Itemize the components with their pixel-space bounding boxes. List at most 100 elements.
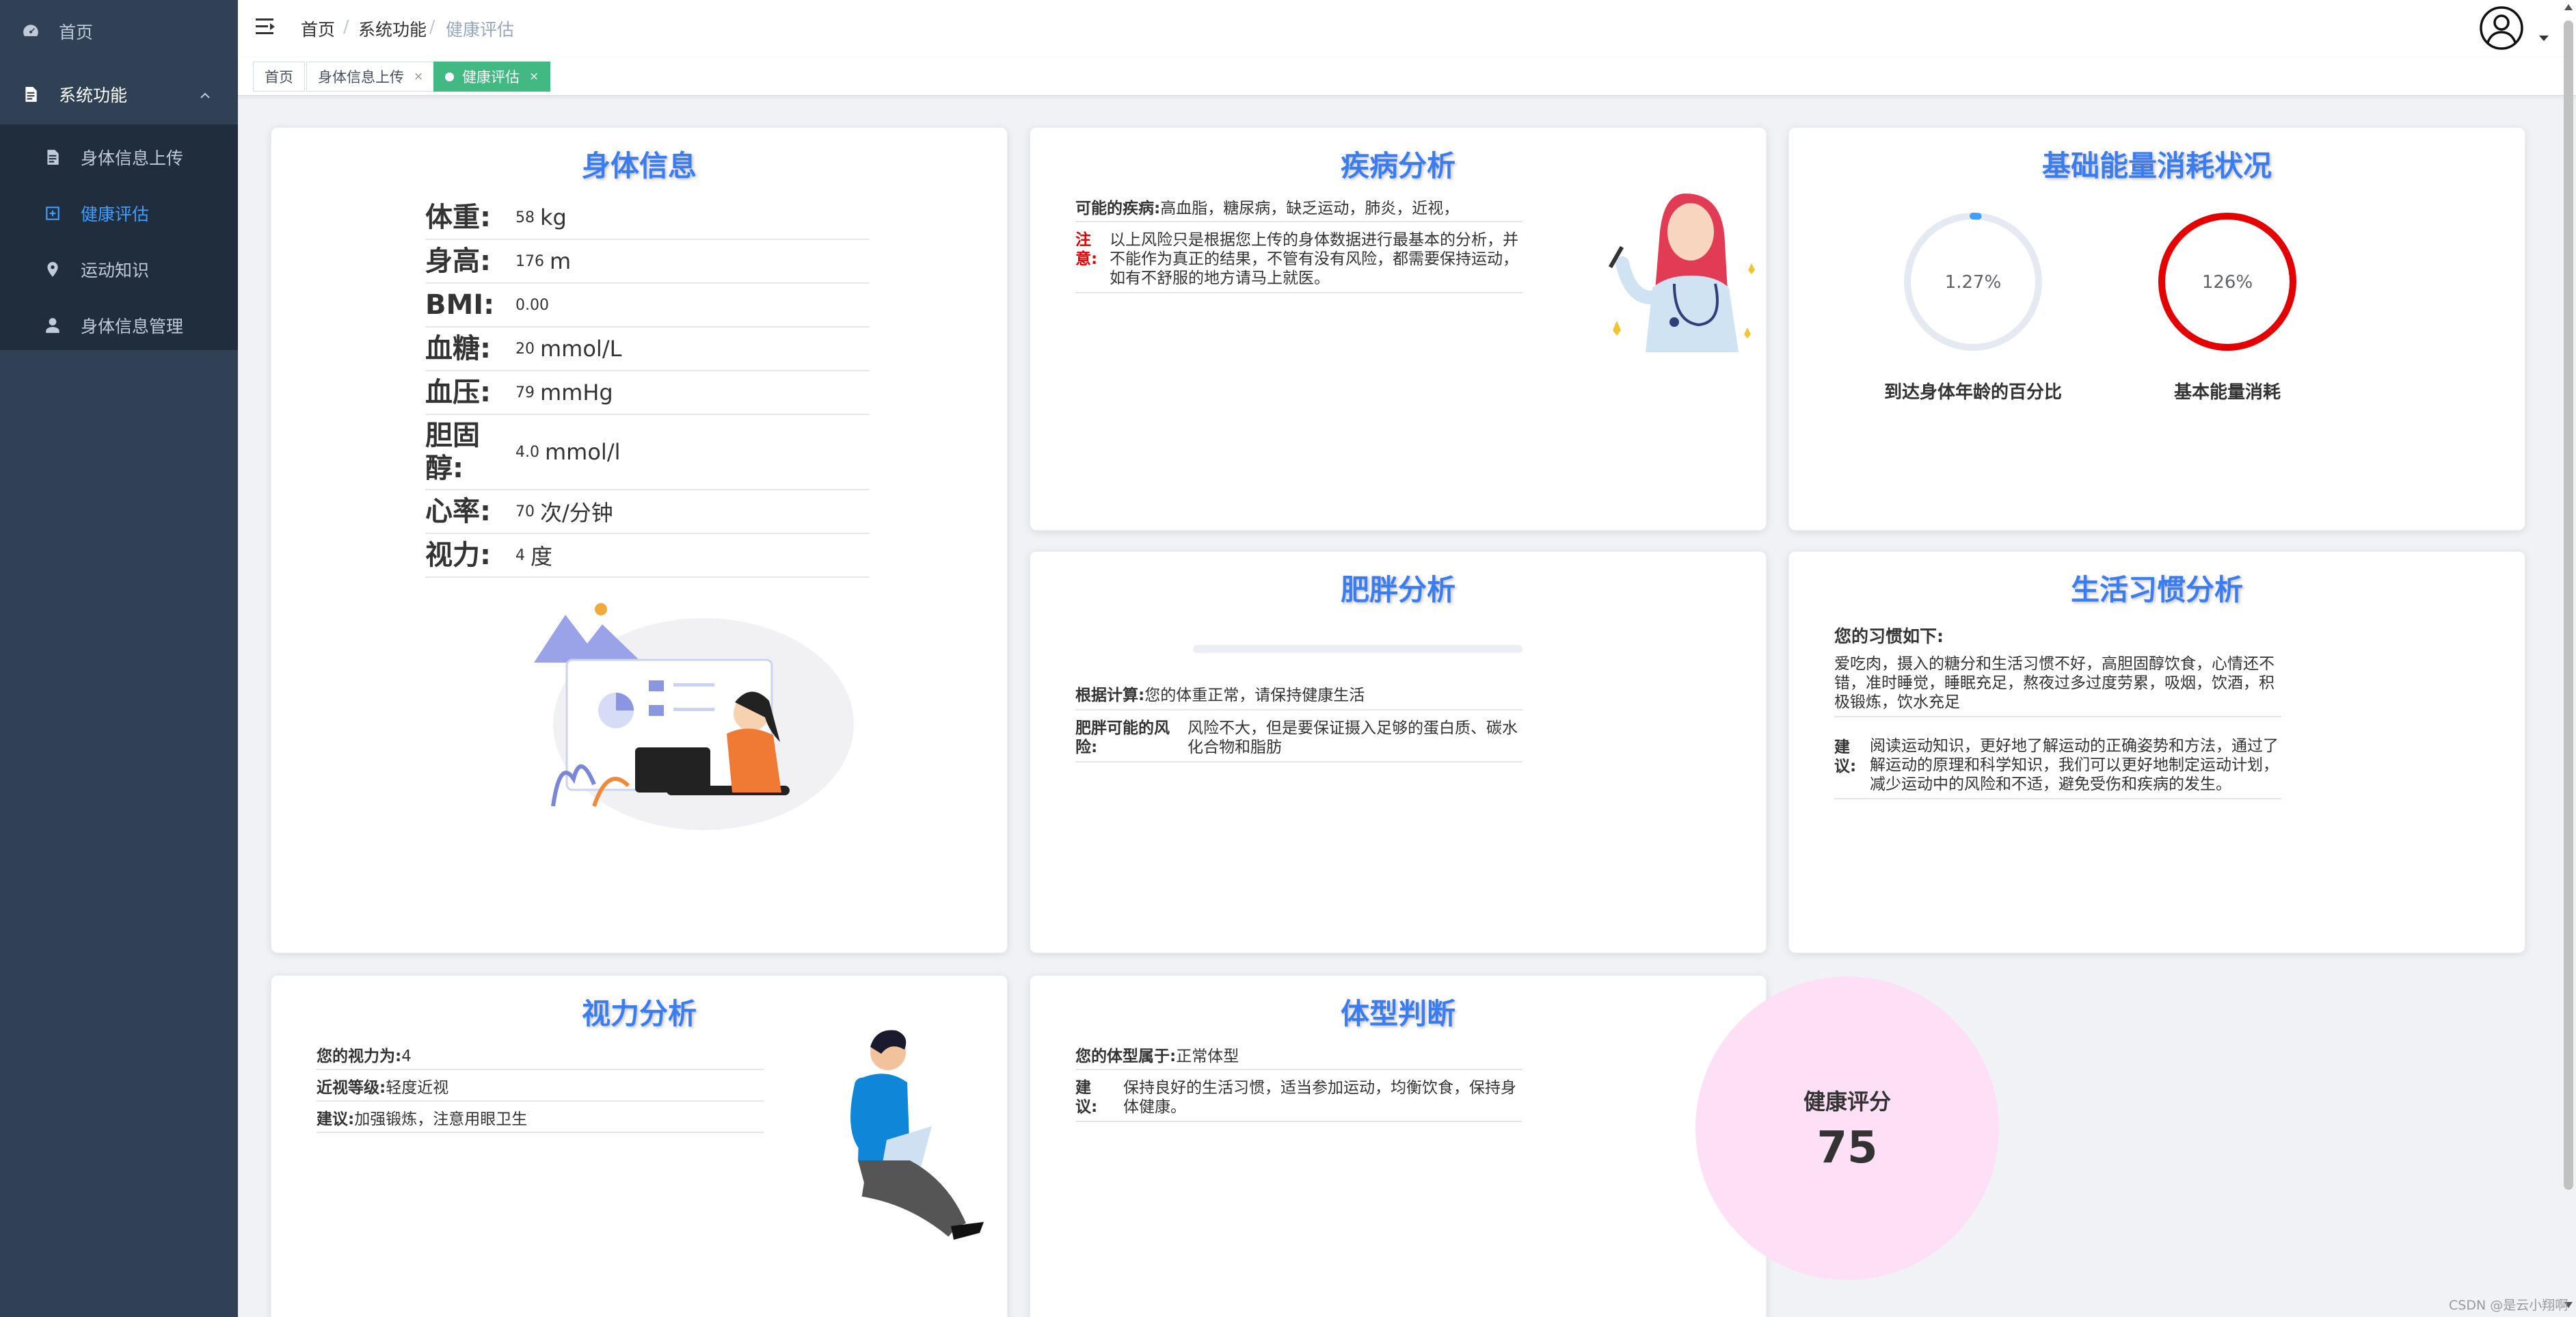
risk-label: 肥胖可能的风险:: [1075, 719, 1170, 756]
info-value: 4.0: [515, 443, 539, 461]
sidebar-item-health-assessment[interactable]: 健康评估: [44, 201, 149, 226]
card-title: 体型判断: [1340, 997, 1455, 1030]
info-value: 176: [515, 252, 544, 270]
breadcrumb-home[interactable]: 首页: [301, 16, 335, 41]
close-icon[interactable]: ×: [414, 70, 423, 83]
info-value: 0.00: [515, 296, 549, 314]
calc-value: 您的体重正常，请保持健康生活: [1144, 687, 1365, 704]
scroll-up-arrow-icon[interactable]: [2564, 4, 2573, 10]
card-title: 生活习惯分析: [2070, 573, 2243, 607]
info-label: 身高:: [425, 245, 491, 277]
info-unit: mmHg: [540, 380, 613, 405]
avatar-icon[interactable]: [2479, 5, 2524, 51]
breadcrumb-separator: /: [429, 16, 435, 36]
myopia-value: 轻度近视: [386, 1079, 449, 1097]
info-row-heart-rate: 心率: 70 次/分钟: [425, 490, 870, 534]
sidebar-item-body-manage[interactable]: 身体信息管理: [44, 313, 183, 338]
sidebar-item-home[interactable]: 首页: [22, 19, 93, 44]
vision-analysis-card: 视力分析 您的视力为:4 近视等级:轻度近视 建议:加强锻炼，注意用眼卫生: [271, 975, 1008, 1317]
active-dot-icon: [445, 72, 454, 81]
info-unit: 次/分钟: [540, 500, 613, 526]
hamburger-icon[interactable]: [256, 16, 278, 37]
body-type-value: 正常体型: [1176, 1048, 1239, 1065]
info-row-height: 身高: 176 m: [425, 240, 870, 284]
tag-body-upload[interactable]: 身体信息上传 ×: [306, 62, 435, 92]
risk-value: 风险不大，但是要保证摄入足够的蛋白质、碳水化合物和脂肪: [1188, 719, 1518, 756]
close-icon[interactable]: ×: [529, 70, 539, 83]
disease-analysis-card: 疾病分析 可能的疾病:高血脂，糖尿病，缺乏运动，肺炎，近视， 注意: 以上风险只…: [1030, 127, 1767, 531]
chevron-up-icon[interactable]: [198, 89, 212, 103]
vision-row: 您的视力为:4: [317, 1047, 764, 1070]
info-row-vision: 视力: 4 度: [425, 534, 870, 578]
health-score-label: 健康评分: [1803, 1089, 1891, 1115]
info-label: 血压:: [425, 377, 491, 408]
info-label: 血糖:: [425, 333, 491, 364]
risk-row: 肥胖可能的风险: 风险不大，但是要保证摄入足够的蛋白质、碳水化合物和脂肪: [1075, 719, 1522, 762]
ring-value: 126%: [2202, 272, 2253, 293]
watermark: CSDN @是云小翔啊: [2449, 1298, 2568, 1313]
possible-disease-value: 高血脂，糖尿病，缺乏运动，肺炎，近视，: [1160, 200, 1460, 217]
sidebar-item-exercise-knowledge[interactable]: 运动知识: [44, 257, 149, 282]
habits-analysis-card: 生活习惯分析 您的习惯如下: 爱吃肉，摄入的糖分和生活习惯不好，高胆固醇饮食，心…: [1788, 551, 2525, 953]
possible-disease-row: 可能的疾病:高血脂，糖尿病，缺乏运动，肺炎，近视，: [1075, 199, 1522, 222]
body-type-advice-label: 建议:: [1075, 1079, 1098, 1116]
info-unit: mmol/l: [545, 439, 621, 465]
info-unit: 度: [531, 544, 553, 570]
note-value: 以上风险只是根据您上传的身体数据进行最基本的分析，并不能作为真正的结果，不管有没…: [1110, 231, 1518, 287]
info-value: 70: [515, 503, 535, 520]
myopia-label: 近视等级:: [317, 1079, 386, 1097]
sidebar-item-body-upload[interactable]: 身体信息上传: [44, 145, 183, 170]
info-unit: kg: [540, 204, 567, 230]
info-unit: mmol/L: [540, 336, 622, 362]
info-value: 58: [515, 209, 535, 226]
body-type-row: 您的体型属于:正常体型: [1075, 1047, 1522, 1070]
advice-text: 阅读运动知识，更好地了解运动的正确姿势和方法，通过了解运动的原理和科学知识，我们…: [1870, 737, 2279, 793]
tag-home[interactable]: 首页: [253, 62, 305, 92]
document-icon: [47, 150, 59, 165]
body-type-advice-value: 保持良好的生活习惯，适当参加运动，均衡饮食，保持身体健康。: [1123, 1079, 1516, 1116]
sidebar-item-system[interactable]: 系统功能: [22, 82, 127, 107]
obesity-analysis-card: 肥胖分析 根据计算:您的体重正常，请保持健康生活 肥胖可能的风险: 风险不大，但…: [1030, 551, 1767, 953]
health-score-circle: 健康评分 75: [1695, 976, 1999, 1280]
info-label: 胆固醇:: [425, 420, 480, 484]
vision-advice-label: 建议:: [317, 1110, 355, 1128]
habits-text: 爱吃肉，摄入的糖分和生活习惯不好，高胆固醇饮食，心情还不错，准时睡觉，睡眠充足，…: [1834, 655, 2275, 711]
card-title: 基础能量消耗状况: [2041, 149, 2272, 183]
habits-intro: 您的习惯如下:: [1834, 626, 1944, 646]
info-unit: m: [550, 248, 572, 274]
breadcrumb-current: 健康评估: [446, 20, 515, 40]
tag-health-assessment[interactable]: 健康评估 ×: [433, 62, 551, 92]
sidebar-item-label: 身体信息管理: [81, 317, 184, 336]
body-type-advice-row: 建议: 保持良好的生活习惯，适当参加运动，均衡饮食，保持身体健康。: [1075, 1078, 1522, 1122]
obesity-progress-bar: [1193, 645, 1522, 653]
basic-energy-ring: 126%: [2158, 213, 2296, 351]
card-title: 身体信息: [581, 149, 697, 183]
tags-view: 首页 身体信息上传 × 健康评估 ×: [238, 57, 2576, 96]
info-row-blood-pressure: 血压: 79 mmHg: [425, 371, 870, 415]
doctor-illustration: [1608, 194, 1755, 352]
card-title: 疾病分析: [1340, 149, 1455, 183]
health-score-value: 75: [1816, 1123, 1878, 1173]
tag-label: 身体信息上传: [318, 69, 404, 85]
breadcrumb-separator: /: [343, 16, 349, 36]
body-info-card: 身体信息 体重: 58 kg 身高: 176 m BMI: 0.00 血糖: 2…: [271, 127, 1008, 953]
location-pin-icon: [47, 262, 58, 277]
caret-down-icon[interactable]: [2539, 36, 2549, 41]
scrollbar[interactable]: [2564, 21, 2573, 1190]
vision-advice-row: 建议:加强锻炼，注意用眼卫生: [317, 1110, 764, 1133]
age-percent-ring: 1.27%: [1904, 213, 2042, 351]
info-label: BMI:: [425, 289, 495, 321]
vision-label: 您的视力为:: [317, 1048, 402, 1065]
note-row: 注意: 以上风险只是根据您上传的身体数据进行最基本的分析，并不能作为真正的结果，…: [1075, 230, 1522, 293]
sidebar: 首页 系统功能 身体信息上传 健康评估 运动知识 身体信息管理: [0, 0, 238, 1317]
note-label: 注意:: [1075, 231, 1098, 268]
calc-row: 根据计算:您的体重正常，请保持健康生活: [1075, 686, 1522, 710]
myopia-row: 近视等级:轻度近视: [317, 1078, 764, 1102]
sidebar-item-label: 首页: [59, 23, 94, 42]
info-label: 体重:: [425, 202, 491, 233]
breadcrumb-system[interactable]: 系统功能: [358, 16, 427, 41]
tag-label: 首页: [265, 69, 293, 85]
info-row-bmi: BMI: 0.00: [425, 284, 870, 328]
ring-value: 1.27%: [1945, 272, 2002, 293]
info-value: 79: [515, 384, 535, 401]
